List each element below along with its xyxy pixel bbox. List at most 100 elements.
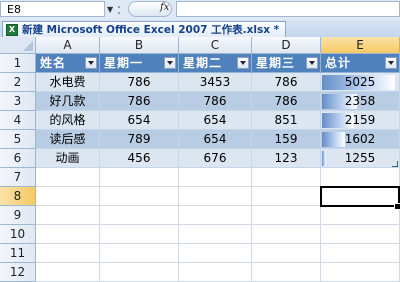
insert-function-button[interactable]: fx bbox=[160, 2, 169, 13]
empty-cell[interactable] bbox=[252, 187, 321, 206]
data-bar bbox=[322, 151, 326, 166]
row-header-5[interactable]: 5 bbox=[0, 130, 36, 149]
name-box-dropdown-icon[interactable]: ▼ bbox=[107, 5, 113, 14]
table-cell[interactable]: 851 bbox=[252, 111, 321, 130]
fill-handle[interactable] bbox=[394, 203, 400, 210]
table-cell[interactable]: 3453 bbox=[179, 73, 252, 92]
workbook-tab[interactable]: X 新建 Microsoft Office Excel 2007 工作表.xls… bbox=[2, 21, 287, 37]
table-cell[interactable]: 动画 bbox=[36, 149, 100, 168]
table-cell[interactable]: 786 bbox=[100, 73, 179, 92]
header-label-total: 总计 bbox=[325, 56, 352, 70]
table-cell[interactable]: 123 bbox=[252, 149, 321, 168]
select-all-button[interactable] bbox=[0, 37, 36, 54]
column-header-d[interactable]: D bbox=[252, 37, 321, 54]
formula-bar-grip[interactable] bbox=[118, 3, 120, 17]
empty-cell[interactable] bbox=[321, 225, 400, 244]
column-header-b[interactable]: B bbox=[100, 37, 179, 54]
table-cell[interactable]: 786 bbox=[179, 92, 252, 111]
empty-cell[interactable] bbox=[100, 187, 179, 206]
empty-cell[interactable] bbox=[252, 244, 321, 263]
table-cell[interactable]: 654 bbox=[100, 111, 179, 130]
table-header-cell[interactable]: 总计 bbox=[321, 54, 400, 73]
empty-cell[interactable] bbox=[179, 206, 252, 225]
empty-cell[interactable] bbox=[179, 225, 252, 244]
row-header-6[interactable]: 6 bbox=[0, 149, 36, 168]
column-header-a[interactable]: A bbox=[36, 37, 100, 54]
row-header-8[interactable]: 8 bbox=[0, 187, 36, 206]
table-cell[interactable]: 159 bbox=[252, 130, 321, 149]
table-header-cell[interactable]: 星期一 bbox=[100, 54, 179, 73]
header-label-mon: 星期一 bbox=[104, 56, 144, 70]
total-cell[interactable]: 1255 bbox=[321, 149, 400, 168]
formula-bar: E8 ▼ fx bbox=[0, 0, 400, 21]
empty-cell[interactable] bbox=[100, 225, 179, 244]
empty-cell[interactable] bbox=[321, 244, 400, 263]
table-cell[interactable]: 789 bbox=[100, 130, 179, 149]
table-cell[interactable]: 好几款 bbox=[36, 92, 100, 111]
row-header-3[interactable]: 3 bbox=[0, 92, 36, 111]
empty-cell[interactable] bbox=[36, 244, 100, 263]
formula-input[interactable] bbox=[176, 1, 400, 17]
table-cell[interactable]: 654 bbox=[179, 111, 252, 130]
filter-dropdown-icon[interactable] bbox=[306, 57, 318, 69]
total-cell[interactable]: 2159 bbox=[321, 111, 400, 130]
total-cell[interactable]: 1602 bbox=[321, 130, 400, 149]
empty-cell[interactable] bbox=[36, 187, 100, 206]
filter-dropdown-icon[interactable] bbox=[385, 57, 397, 69]
row-header-7[interactable]: 7 bbox=[0, 168, 36, 187]
empty-cell[interactable] bbox=[179, 168, 252, 187]
empty-cell[interactable] bbox=[252, 206, 321, 225]
table-header-cell[interactable]: 姓名 bbox=[36, 54, 100, 73]
workbook-tab-bar: X 新建 Microsoft Office Excel 2007 工作表.xls… bbox=[0, 20, 400, 38]
table-cell[interactable]: 654 bbox=[179, 130, 252, 149]
excel-file-icon: X bbox=[6, 23, 18, 36]
empty-cell[interactable] bbox=[252, 225, 321, 244]
total-value: 1255 bbox=[344, 151, 376, 165]
empty-cell[interactable] bbox=[179, 244, 252, 263]
empty-cell[interactable] bbox=[100, 168, 179, 187]
table-cell[interactable]: 676 bbox=[179, 149, 252, 168]
table-cell[interactable]: 786 bbox=[100, 92, 179, 111]
active-cell-border[interactable] bbox=[320, 186, 400, 207]
total-value: 1602 bbox=[344, 132, 376, 146]
row-header-1[interactable]: 1 bbox=[0, 54, 36, 73]
header-label-name: 姓名 bbox=[40, 56, 67, 70]
empty-cell[interactable] bbox=[36, 206, 100, 225]
table-header-cell[interactable]: 星期三 bbox=[252, 54, 321, 73]
empty-cell[interactable] bbox=[100, 244, 179, 263]
total-value: 2358 bbox=[344, 94, 376, 108]
table-cell[interactable]: 786 bbox=[252, 92, 321, 111]
total-value: 5025 bbox=[344, 75, 376, 89]
table-header-cell[interactable]: 星期二 bbox=[179, 54, 252, 73]
row-header-10[interactable]: 10 bbox=[0, 225, 36, 244]
data-bar bbox=[322, 132, 345, 147]
empty-cell[interactable] bbox=[321, 168, 400, 187]
filter-dropdown-icon[interactable] bbox=[237, 57, 249, 69]
row-header-9[interactable]: 9 bbox=[0, 206, 36, 225]
filter-dropdown-icon[interactable] bbox=[85, 57, 97, 69]
workbook-title: 新建 Microsoft Office Excel 2007 工作表.xlsx … bbox=[22, 24, 280, 36]
empty-cell[interactable] bbox=[321, 206, 400, 225]
column-header-c[interactable]: C bbox=[179, 37, 252, 54]
row-header-2[interactable]: 2 bbox=[0, 73, 36, 92]
table-cell[interactable]: 786 bbox=[252, 73, 321, 92]
column-header-e[interactable]: E bbox=[321, 37, 400, 54]
empty-cell[interactable] bbox=[100, 206, 179, 225]
table-cell[interactable]: 456 bbox=[100, 149, 179, 168]
table-cell[interactable]: 水电费 bbox=[36, 73, 100, 92]
table-resize-handle[interactable] bbox=[392, 161, 398, 167]
empty-cell[interactable] bbox=[36, 225, 100, 244]
filter-dropdown-icon[interactable] bbox=[164, 57, 176, 69]
row-header-4[interactable]: 4 bbox=[0, 111, 36, 130]
empty-cell[interactable] bbox=[179, 187, 252, 206]
table-cell[interactable]: 读后感 bbox=[36, 130, 100, 149]
empty-cell[interactable] bbox=[36, 168, 100, 187]
name-box[interactable]: E8 bbox=[0, 1, 105, 17]
total-value: 2159 bbox=[344, 113, 376, 127]
row-header-11[interactable]: 11 bbox=[0, 244, 36, 263]
total-cell[interactable]: 2358 bbox=[321, 92, 400, 111]
total-cell[interactable]: 5025 bbox=[321, 73, 400, 92]
empty-cell[interactable] bbox=[252, 168, 321, 187]
header-label-wed: 星期三 bbox=[256, 56, 296, 70]
table-cell[interactable]: 的风格 bbox=[36, 111, 100, 130]
